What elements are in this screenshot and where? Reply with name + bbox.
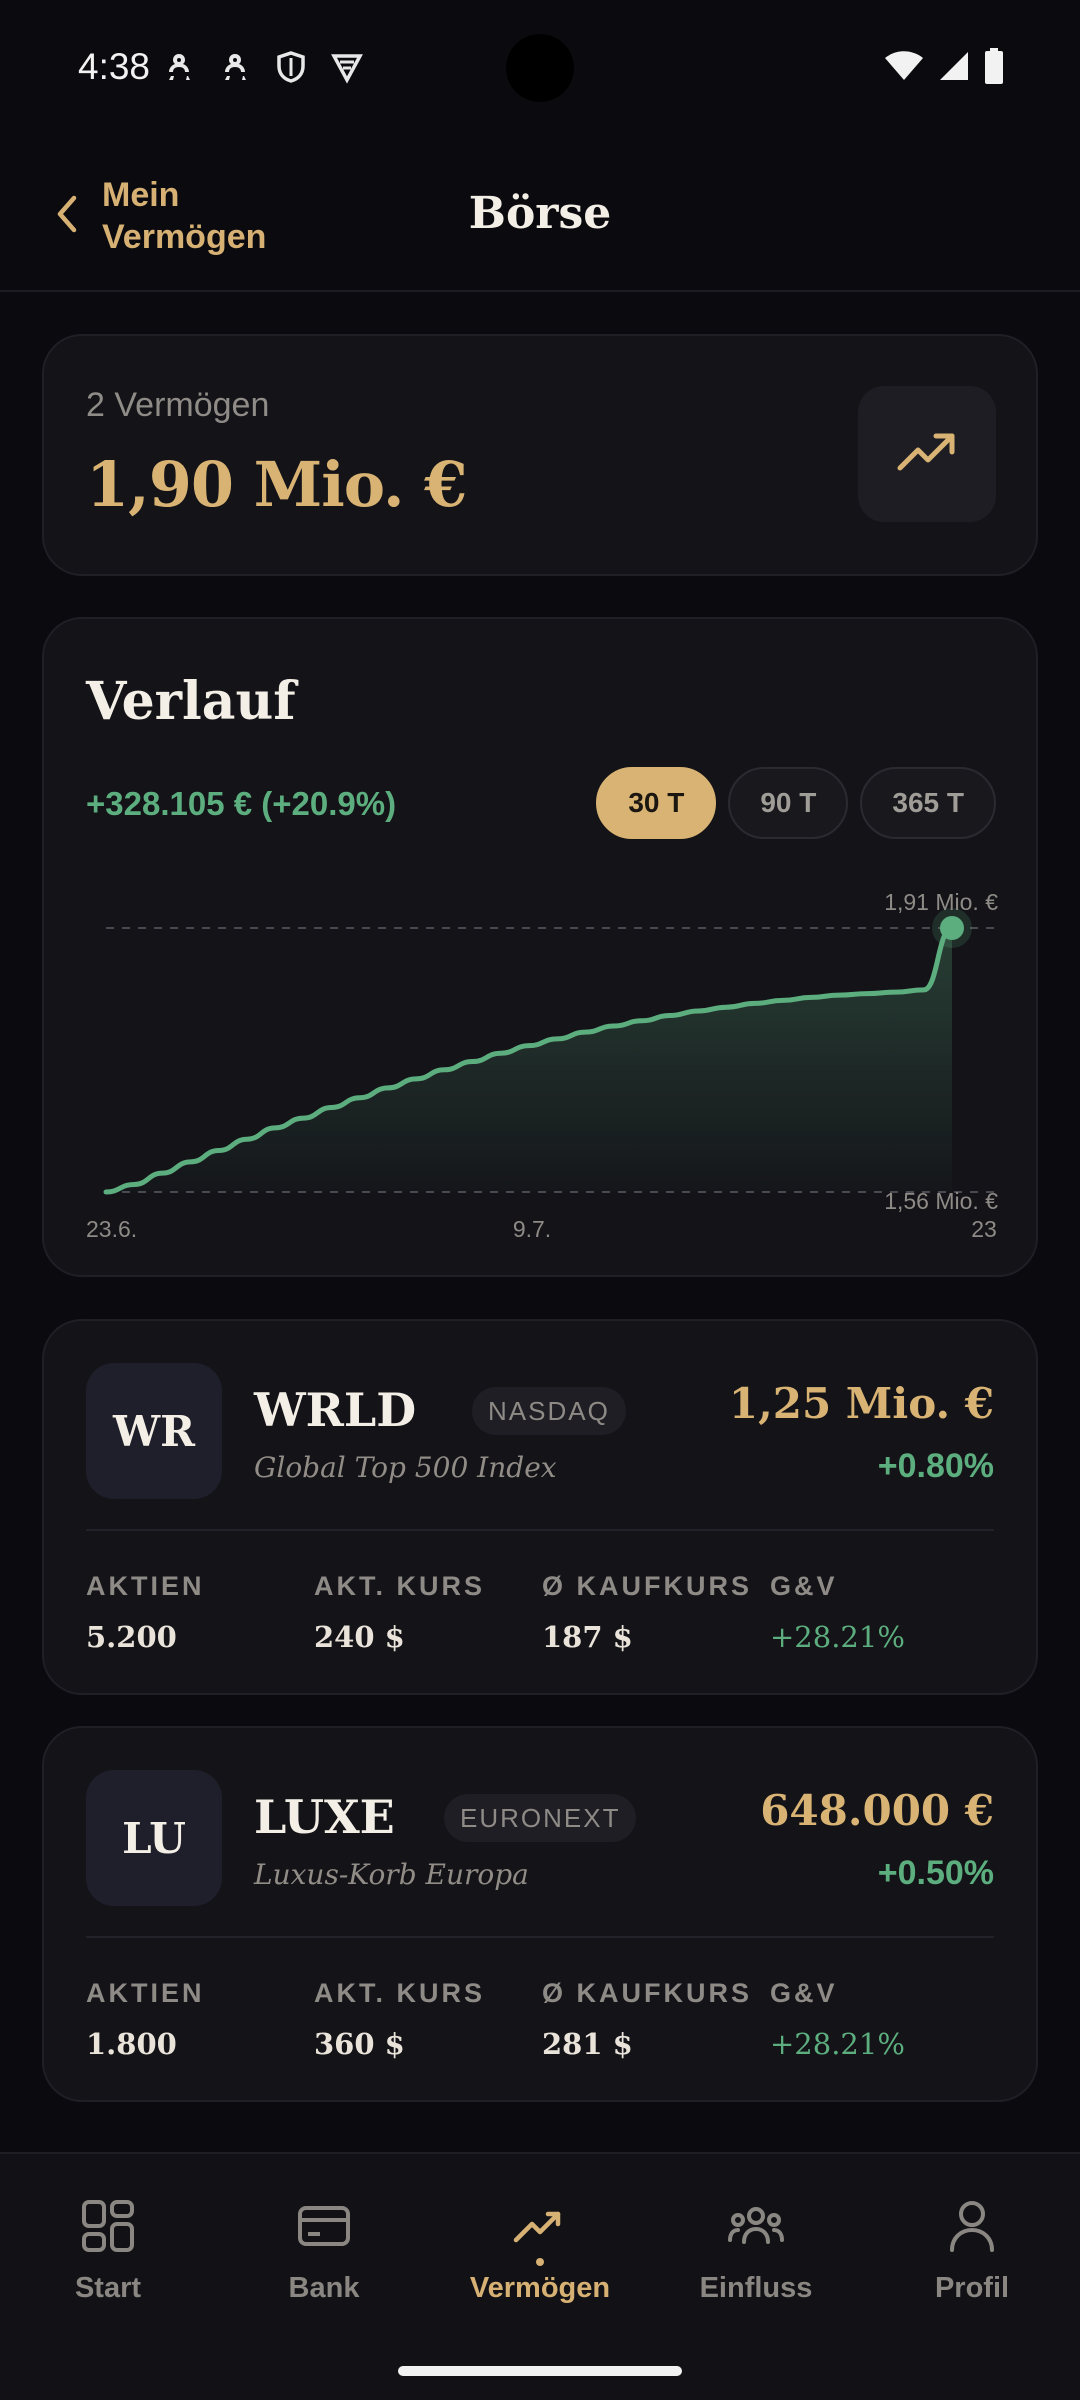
nav-label: Vermögen	[469, 2272, 611, 2304]
portfolio-summary-card: 2 Vermögen 1,90 Mio. €	[42, 334, 1038, 576]
stat-value: 281 $	[542, 2027, 633, 2061]
position-daily-change: +0.50%	[877, 1854, 994, 1892]
chart-area	[106, 928, 952, 1192]
status-time: 4:38	[78, 46, 151, 87]
history-chart: 1,91 Mio. € 1,56 Mio. € 23.6. 9.7. 23.7	[86, 889, 998, 1239]
divider	[86, 1529, 994, 1531]
stat-label: G&V	[770, 1571, 838, 1601]
history-title: Verlauf	[86, 671, 296, 732]
period-selector: 30 T 90 T 365 T	[596, 767, 996, 839]
exchange-badge: EURONEXT	[444, 1794, 637, 1842]
system-icons	[884, 48, 1004, 89]
chart-max-label: 1,91 Mio. €	[884, 889, 998, 915]
stat-label: AKTIEN	[86, 1978, 205, 2008]
stat-avg-buy-price: Ø KAUFKURS 187 $	[542, 1571, 752, 1654]
chart-end-point	[940, 916, 964, 940]
period-30-days[interactable]: 30 T	[596, 767, 717, 839]
stat-shares: AKTIEN 1.800	[86, 1978, 205, 2061]
position-value: 1,25 Mio. €	[728, 1379, 994, 1428]
nav-label: Bank	[288, 2272, 360, 2304]
nav-item-bank[interactable]: Bank	[224, 2196, 424, 2305]
trending-up-icon	[896, 430, 958, 479]
nav-item-profil[interactable]: Profil	[872, 2196, 1072, 2305]
nav-label: Einfluss	[699, 2272, 813, 2304]
stat-value: 1.800	[86, 2027, 177, 2061]
position-card-wrld[interactable]: WR WRLD NASDAQ Global Top 500 Index 1,25…	[42, 1319, 1038, 1695]
position-ticker: LUXE	[254, 1790, 395, 1844]
wifi-icon	[884, 50, 924, 87]
stat-label: Ø KAUFKURS	[542, 1978, 752, 2008]
stat-value: +28.21%	[770, 1620, 905, 1654]
history-change: +328.105 € (+20.9%)	[86, 785, 397, 822]
position-value: 648.000 €	[760, 1786, 994, 1835]
stat-value: +28.21%	[770, 2027, 905, 2061]
grid-icon	[78, 2196, 138, 2256]
status-bar: 4:38	[0, 0, 1080, 130]
chart-x-tick-start: 23.6.	[86, 1216, 137, 1239]
position-card-luxe[interactable]: LU LUXE EURONEXT Luxus-Korb Europa 648.0…	[42, 1726, 1038, 2102]
divider	[86, 1936, 994, 1938]
portfolio-total-value: 1,90 Mio. €	[86, 448, 467, 521]
nav-item-vermoegen[interactable]: Vermögen	[440, 2196, 640, 2305]
stat-label: Ø KAUFKURS	[542, 1571, 752, 1601]
home-indicator[interactable]	[398, 2366, 682, 2376]
position-logo: LU	[86, 1770, 222, 1906]
stat-avg-buy-price: Ø KAUFKURS 281 $	[542, 1978, 752, 2061]
notification-icons	[162, 50, 364, 84]
page-title: Börse	[468, 188, 612, 239]
position-name: Luxus-Korb Europa	[254, 1858, 529, 1891]
nav-label: Start	[74, 2272, 142, 2304]
exchange-badge: NASDAQ	[472, 1387, 626, 1435]
asset-count: 2 Vermögen	[86, 386, 270, 424]
position-daily-change: +0.80%	[877, 1447, 994, 1485]
trending-up-icon	[510, 2196, 570, 2256]
stat-shares: AKTIEN 5.200	[86, 1571, 205, 1654]
position-ticker: WRLD	[254, 1383, 417, 1437]
stat-label: G&V	[770, 1978, 838, 2008]
trend-button[interactable]	[858, 386, 996, 522]
vpn-icon	[330, 50, 364, 84]
position-logo: WR	[86, 1363, 222, 1499]
stat-value: 360 $	[314, 2027, 405, 2061]
top-app-bar: Mein Vermögen Börse	[0, 150, 1080, 292]
stat-value: 5.200	[86, 1620, 177, 1654]
stat-profit-loss: G&V +28.21%	[770, 1978, 905, 2061]
people-icon	[726, 2196, 786, 2256]
notification-app-icon	[162, 50, 196, 84]
chart-min-label: 1,56 Mio. €	[884, 1188, 998, 1214]
position-name: Global Top 500 Index	[254, 1451, 557, 1484]
period-90-days[interactable]: 90 T	[728, 767, 849, 839]
nav-item-einfluss[interactable]: Einfluss	[656, 2196, 856, 2305]
history-card: Verlauf +328.105 € (+20.9%) 30 T 90 T 36…	[42, 617, 1038, 1277]
stat-current-price: AKT. KURS 240 $	[314, 1571, 485, 1654]
signal-icon	[938, 50, 970, 87]
person-icon	[942, 2196, 1002, 2256]
stat-label: AKT. KURS	[314, 1978, 486, 2008]
camera-cutout	[506, 34, 574, 102]
nav-item-start[interactable]: Start	[8, 2196, 208, 2305]
notification-app-icon	[218, 50, 252, 84]
stat-label: AKTIEN	[86, 1571, 205, 1601]
card-icon	[294, 2196, 354, 2256]
stat-value: 187 $	[542, 1620, 633, 1654]
shield-icon	[274, 50, 308, 84]
stat-label: AKT. KURS	[314, 1571, 486, 1601]
stat-value: 240 $	[314, 1620, 405, 1654]
bottom-navigation: Start Bank Vermögen Einfluss Profil	[0, 2152, 1080, 2400]
stat-current-price: AKT. KURS 360 $	[314, 1978, 485, 2061]
active-indicator	[536, 2258, 544, 2266]
battery-icon	[984, 48, 1004, 89]
chart-x-tick-middle: 9.7.	[513, 1216, 551, 1239]
period-365-days[interactable]: 365 T	[860, 767, 996, 839]
nav-label: Profil	[934, 2272, 1010, 2304]
chart-x-tick-end: 23.7	[971, 1216, 998, 1239]
stat-profit-loss: G&V +28.21%	[770, 1571, 905, 1654]
